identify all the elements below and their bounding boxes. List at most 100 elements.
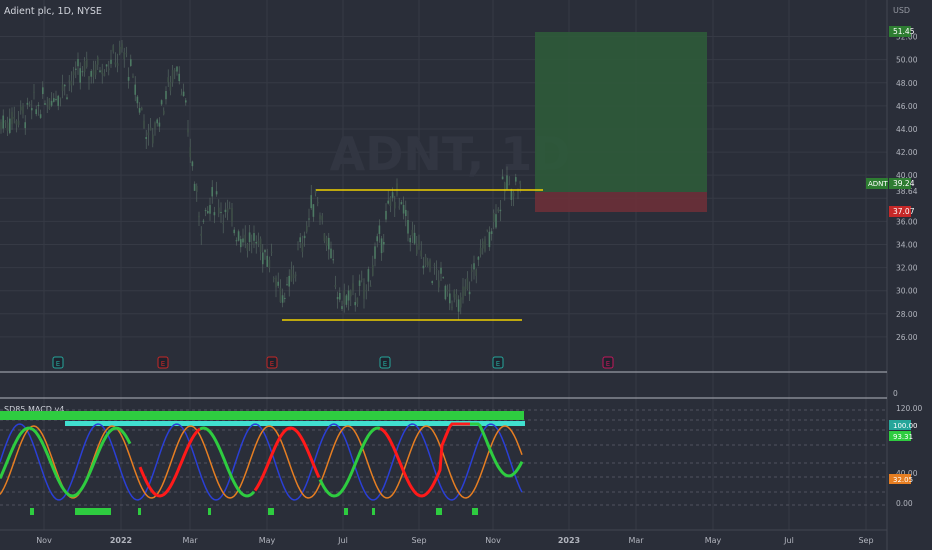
candle-body bbox=[79, 68, 81, 83]
candle-body bbox=[341, 306, 343, 309]
candle-body bbox=[347, 290, 350, 301]
candle-body bbox=[259, 238, 262, 252]
candle-body bbox=[255, 241, 257, 244]
price-tick: 44.00 bbox=[896, 125, 918, 134]
price-tick: 34.00 bbox=[896, 240, 918, 249]
candle-body bbox=[266, 255, 268, 267]
candle-body bbox=[345, 295, 348, 305]
candle-body bbox=[394, 201, 396, 209]
candle-body bbox=[497, 209, 499, 212]
candle-body bbox=[264, 249, 266, 253]
time-label: Mar bbox=[628, 536, 644, 545]
candle-body bbox=[416, 245, 418, 254]
current-price-tag: ADNT 39.24 bbox=[866, 178, 915, 189]
candle-body bbox=[0, 121, 2, 130]
earnings-marker[interactable]: E bbox=[379, 356, 391, 369]
candle-body bbox=[187, 128, 189, 133]
earnings-marker[interactable]: E bbox=[266, 356, 278, 369]
candle-body bbox=[59, 97, 62, 99]
candle-body bbox=[352, 283, 354, 291]
earnings-marker[interactable]: E bbox=[492, 356, 504, 369]
candle-body bbox=[9, 118, 11, 133]
price-tick: 42.00 bbox=[896, 148, 918, 157]
earnings-marker[interactable]: E bbox=[52, 356, 64, 369]
candle-body bbox=[385, 210, 387, 220]
candle-body bbox=[482, 241, 484, 249]
candle-body bbox=[449, 293, 451, 304]
candle-body bbox=[330, 248, 332, 259]
candle-body bbox=[453, 290, 455, 298]
candle-body bbox=[328, 237, 330, 250]
candle-body bbox=[158, 122, 161, 127]
candle-body bbox=[506, 175, 508, 190]
candle-body bbox=[39, 114, 42, 118]
candle-body bbox=[358, 280, 361, 286]
macd-band-green bbox=[0, 411, 524, 420]
candle-body bbox=[24, 122, 26, 129]
candle-body bbox=[165, 91, 167, 100]
time-label: Nov bbox=[485, 536, 501, 545]
candle-body bbox=[451, 306, 453, 309]
time-label: 2022 bbox=[110, 536, 132, 545]
svg-text:0.00: 0.00 bbox=[896, 499, 913, 508]
tradingview-chart[interactable]: ADNT, 1D E E E E E E Adient plc, 1D, NYSE USD… bbox=[0, 0, 932, 550]
candle-body bbox=[220, 211, 222, 213]
candle-body bbox=[116, 63, 119, 66]
candle-body bbox=[508, 184, 510, 186]
candle-body bbox=[409, 237, 411, 243]
candle-body bbox=[488, 231, 491, 248]
candle-body bbox=[244, 234, 246, 243]
svg-text:51.45: 51.45 bbox=[893, 27, 915, 36]
candle-body bbox=[431, 281, 433, 284]
candle-body bbox=[319, 214, 321, 220]
histogram-bar bbox=[208, 508, 211, 515]
candle-body bbox=[286, 284, 288, 286]
candle-body bbox=[53, 98, 55, 102]
candle-body bbox=[299, 237, 301, 243]
candle-body bbox=[64, 84, 66, 87]
candle-body bbox=[372, 265, 374, 276]
candle-body bbox=[176, 66, 178, 72]
candle-body bbox=[512, 192, 515, 197]
candle-body bbox=[279, 287, 282, 303]
candle-body bbox=[94, 64, 97, 75]
candle-body bbox=[37, 104, 40, 106]
candle-body bbox=[297, 248, 299, 250]
candle-body bbox=[81, 71, 84, 73]
candle-body bbox=[90, 70, 92, 77]
candle-body bbox=[125, 53, 128, 55]
candle-body bbox=[218, 207, 220, 214]
candle-body bbox=[499, 209, 502, 212]
candle-body bbox=[455, 294, 458, 300]
candle-body bbox=[387, 200, 389, 204]
candle-body bbox=[501, 176, 504, 180]
candle-body bbox=[303, 235, 306, 239]
earnings-marker[interactable]: E bbox=[157, 356, 169, 369]
candle-body bbox=[145, 137, 147, 140]
candle-body bbox=[189, 147, 191, 158]
candle-body bbox=[44, 103, 46, 105]
candle-body bbox=[290, 269, 293, 282]
candle-body bbox=[174, 70, 176, 72]
candle-body bbox=[31, 108, 33, 111]
candle-body bbox=[83, 61, 86, 72]
candle-body bbox=[295, 274, 297, 276]
target-zone[interactable] bbox=[535, 32, 707, 192]
candle-body bbox=[356, 297, 359, 305]
candle-body bbox=[156, 119, 158, 124]
candle-body bbox=[246, 244, 249, 251]
candle-body bbox=[462, 286, 464, 300]
candle-body bbox=[471, 270, 473, 272]
candle-body bbox=[130, 59, 132, 66]
candle-body bbox=[110, 59, 112, 64]
candle-body bbox=[17, 120, 20, 126]
stop-zone[interactable] bbox=[535, 192, 707, 212]
histogram-bar bbox=[472, 508, 478, 515]
candle-body bbox=[231, 207, 233, 223]
histogram-bar bbox=[344, 508, 348, 515]
earnings-marker[interactable]: E bbox=[602, 356, 614, 369]
time-label: Mar bbox=[182, 536, 198, 545]
candle-body bbox=[396, 183, 398, 196]
candle-body bbox=[101, 69, 103, 75]
candle-body bbox=[209, 205, 211, 214]
